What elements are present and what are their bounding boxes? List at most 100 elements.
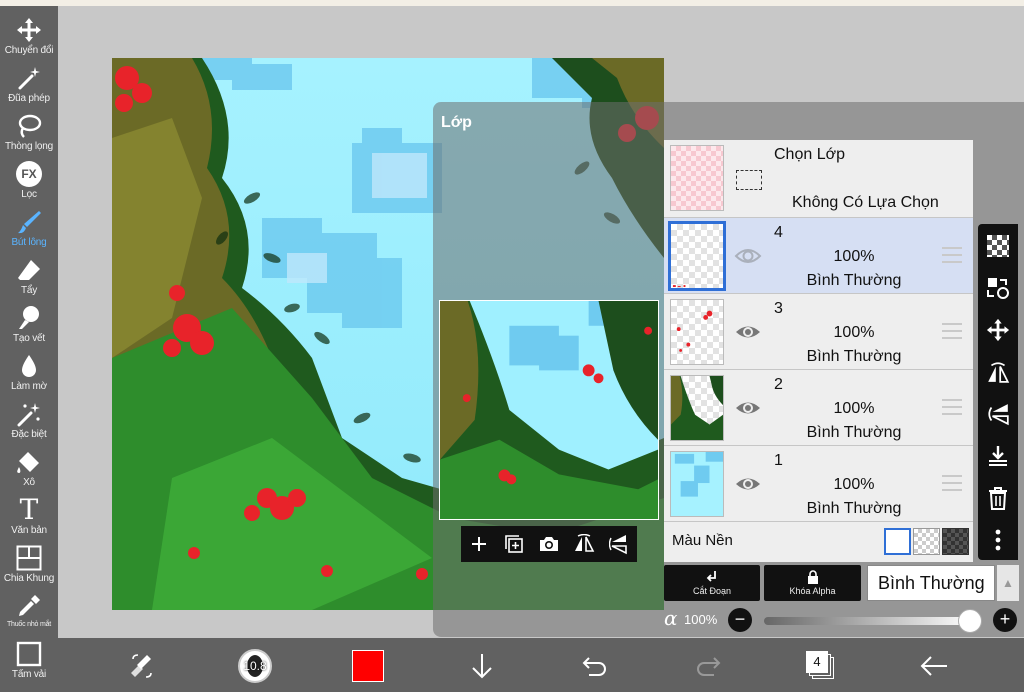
magic-wand-icon bbox=[15, 64, 43, 92]
layer-row-2[interactable]: 2 100% Bình Thường bbox=[664, 370, 973, 446]
blur-drop-icon bbox=[15, 352, 43, 380]
visibility-eye-icon[interactable] bbox=[734, 320, 762, 344]
tool-canvas[interactable]: Tấm vải bbox=[0, 636, 58, 684]
drag-handle-icon[interactable] bbox=[942, 475, 962, 491]
background-white-swatch[interactable] bbox=[884, 528, 911, 555]
tool-brush[interactable]: Bút lông bbox=[0, 204, 58, 252]
lock-icon bbox=[807, 570, 818, 584]
tool-label: Đặc biệt bbox=[11, 429, 47, 440]
camera-icon[interactable] bbox=[536, 531, 562, 557]
tool-smudge[interactable]: Tạo vết bbox=[0, 300, 58, 348]
layer-panel-title: Lớp bbox=[441, 114, 472, 131]
blend-controls: Cắt Đoạn Khóa Alpha Bình Thường ▲ bbox=[664, 564, 1024, 602]
background-transparent-swatch[interactable] bbox=[913, 528, 940, 555]
layer-thumbnail bbox=[670, 451, 724, 517]
layer-opacity: 100% bbox=[833, 248, 875, 265]
more-vertical-icon[interactable] bbox=[984, 526, 1012, 554]
swap-layer-icon[interactable] bbox=[984, 274, 1012, 302]
blend-mode-select[interactable]: Bình Thường bbox=[867, 565, 995, 601]
layer-number: 2 bbox=[774, 376, 783, 393]
flip-layer-vertical-icon[interactable] bbox=[984, 400, 1012, 428]
layer-row-4[interactable]: 4 100% Bình Thường bbox=[664, 218, 973, 294]
tool-label: Tẩy bbox=[20, 285, 38, 296]
opacity-decrease-button[interactable]: − bbox=[728, 608, 752, 632]
duplicate-layer-icon[interactable] bbox=[501, 531, 527, 557]
clipping-arrow-icon bbox=[706, 571, 716, 582]
drag-handle-icon[interactable] bbox=[942, 399, 962, 415]
special-sparkle-icon bbox=[15, 400, 43, 428]
layer-list: Chọn Lớp Không Có Lựa Chọn 4 100% Bình T… bbox=[664, 140, 973, 562]
layer-row-1[interactable]: 1 100% Bình Thường bbox=[664, 446, 973, 522]
tool-label: Văn bản bbox=[11, 525, 47, 536]
background-dark-checker-swatch[interactable] bbox=[942, 528, 969, 555]
tool-label: Chia Khung bbox=[3, 573, 55, 584]
tool-blur[interactable]: Làm mờ bbox=[0, 348, 58, 396]
tool-eraser[interactable]: Tẩy bbox=[0, 252, 58, 300]
bottom-toolbar: 10.8 4 bbox=[58, 638, 1024, 692]
clipping-label: Cắt Đoạn bbox=[692, 586, 732, 596]
brush-size-button[interactable]: 10.8 bbox=[237, 648, 273, 684]
opacity-slider-thumb[interactable] bbox=[958, 609, 982, 633]
tool-magic-wand[interactable]: Đũa phép bbox=[0, 60, 58, 108]
layer-blend-mode: Bình Thường bbox=[806, 500, 902, 517]
tool-label: Chuyển đổi bbox=[4, 45, 54, 56]
download-icon[interactable] bbox=[464, 648, 500, 684]
drag-handle-icon[interactable] bbox=[942, 247, 962, 263]
flip-vertical-icon[interactable] bbox=[606, 531, 632, 557]
layer-preview[interactable] bbox=[439, 300, 659, 520]
alpha-symbol: α bbox=[664, 606, 678, 630]
layer-number: 4 bbox=[774, 224, 783, 241]
drag-handle-icon[interactable] bbox=[942, 323, 962, 339]
clipping-button[interactable]: Cắt Đoạn bbox=[664, 565, 760, 601]
visibility-eye-icon[interactable] bbox=[734, 244, 762, 268]
brush-icon bbox=[15, 208, 43, 236]
tool-eyedropper[interactable]: Thuốc nhỏ mắt bbox=[0, 588, 58, 636]
flip-horizontal-icon[interactable] bbox=[571, 531, 597, 557]
current-color-button[interactable] bbox=[350, 648, 386, 684]
canvas-icon bbox=[15, 640, 43, 668]
transparency-checker-icon[interactable] bbox=[984, 232, 1012, 260]
layer-preview-toolbar bbox=[461, 526, 637, 562]
layer-row-3[interactable]: 3 100% Bình Thường bbox=[664, 294, 973, 370]
background-color-label: Màu Nền bbox=[672, 532, 733, 549]
layers-button[interactable]: 4 bbox=[803, 648, 839, 684]
layer-thumbnail bbox=[668, 221, 726, 291]
visibility-eye-icon[interactable] bbox=[734, 396, 762, 420]
selection-layer-row[interactable]: Chọn Lớp Không Có Lựa Chọn bbox=[664, 140, 973, 218]
tool-transform[interactable]: Chuyển đổi bbox=[0, 12, 58, 60]
layer-blend-mode: Bình Thường bbox=[806, 424, 902, 441]
opacity-controls: α 100% − + bbox=[664, 604, 1024, 636]
alpha-lock-button[interactable]: Khóa Alpha bbox=[764, 565, 861, 601]
background-color-row: Màu Nền bbox=[664, 522, 973, 562]
layer-thumbnail bbox=[670, 375, 724, 441]
flip-layer-horizontal-icon[interactable] bbox=[984, 358, 1012, 386]
add-layer-icon[interactable] bbox=[466, 531, 492, 557]
back-arrow-icon[interactable] bbox=[916, 648, 952, 684]
left-toolbar: Chuyển đổi Đũa phép Thòng lọng FX Lọc Bú… bbox=[0, 6, 58, 692]
selection-status: Không Có Lựa Chọn bbox=[792, 194, 939, 211]
brush-eraser-switch-icon[interactable] bbox=[124, 648, 160, 684]
undo-icon[interactable] bbox=[577, 648, 613, 684]
tool-frame-divider[interactable]: Chia Khung bbox=[0, 540, 58, 588]
tool-text[interactable]: T Văn bản bbox=[0, 492, 58, 540]
layer-blend-mode: Bình Thường bbox=[806, 348, 902, 365]
opacity-slider[interactable] bbox=[764, 617, 974, 625]
eyedropper-icon bbox=[15, 592, 43, 620]
move-layer-icon[interactable] bbox=[984, 316, 1012, 344]
opacity-increase-button[interactable]: + bbox=[993, 608, 1017, 632]
tool-special[interactable]: Đặc biệt bbox=[0, 396, 58, 444]
tool-label: Xô bbox=[23, 477, 35, 488]
current-color-swatch bbox=[352, 650, 384, 682]
tool-bucket[interactable]: Xô bbox=[0, 444, 58, 492]
visibility-eye-icon[interactable] bbox=[734, 472, 762, 496]
layer-actions-strip bbox=[978, 224, 1018, 560]
tool-label: Bút lông bbox=[11, 237, 47, 248]
tool-label: Tạo vết bbox=[13, 333, 45, 344]
redo-icon[interactable] bbox=[690, 648, 726, 684]
blend-mode-arrow-icon[interactable]: ▲ bbox=[997, 565, 1019, 601]
trash-icon[interactable] bbox=[984, 484, 1012, 512]
tool-filter[interactable]: FX Lọc bbox=[0, 156, 58, 204]
tool-lasso[interactable]: Thòng lọng bbox=[0, 108, 58, 156]
layer-count: 4 bbox=[806, 651, 828, 673]
merge-down-icon[interactable] bbox=[984, 442, 1012, 470]
